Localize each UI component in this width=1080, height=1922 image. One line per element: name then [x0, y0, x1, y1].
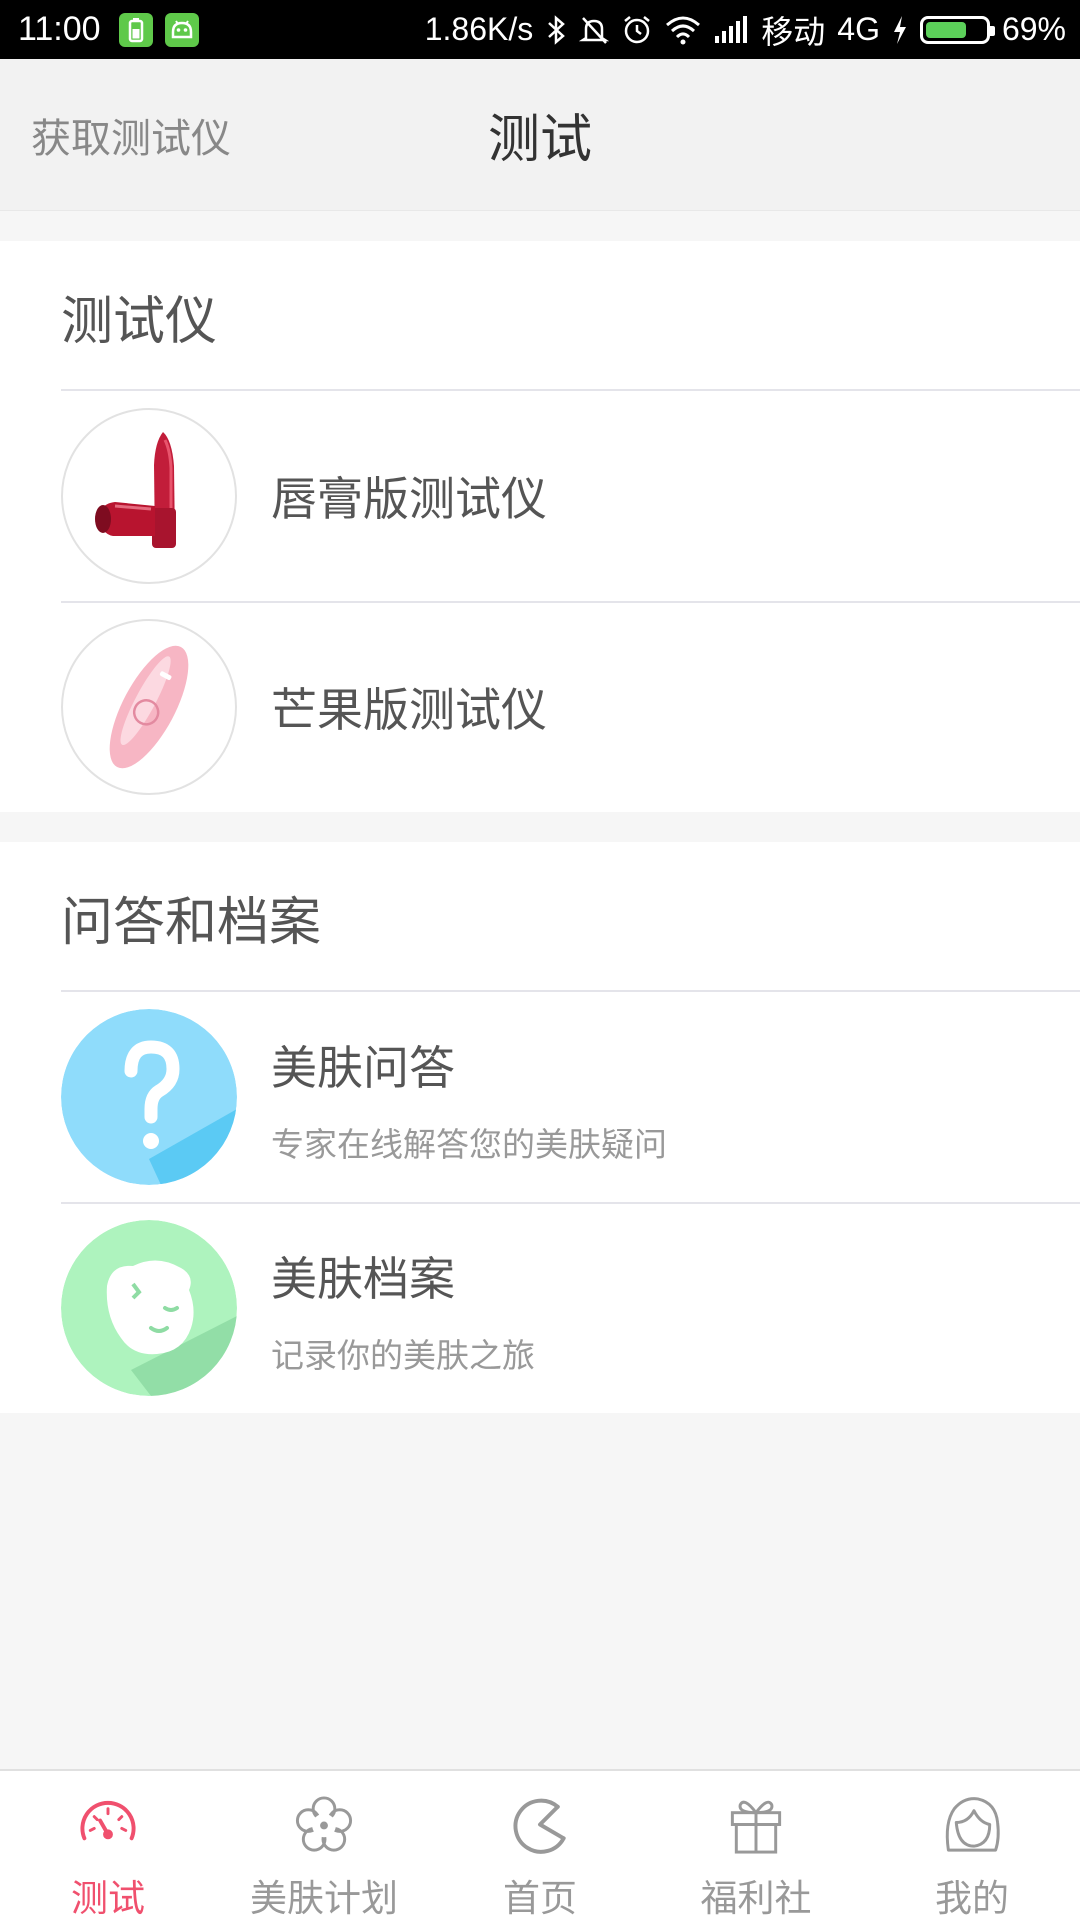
speedometer-icon	[80, 1800, 136, 1841]
bluetooth-icon	[548, 14, 566, 45]
status-bar: 11:00 1.86K/s 移动 4G 69%	[0, 0, 1080, 59]
mute-bell-icon	[579, 16, 610, 44]
battery-icon	[919, 15, 995, 44]
get-device-link[interactable]: 获取测试仪	[31, 59, 231, 210]
tab-label: 美肤计划	[250, 1877, 398, 1920]
mango-device-image	[61, 619, 237, 795]
lipstick-device-image	[61, 408, 237, 584]
item-label: 芒果版测试仪	[271, 683, 547, 737]
list-item-skin-archive[interactable]: 美肤档案 记录你的美肤之旅	[0, 1203, 1080, 1413]
wifi-icon	[666, 16, 701, 44]
tab-test[interactable]: 测试	[0, 1771, 216, 1922]
list-item-mango-device[interactable]: 芒果版测试仪	[0, 602, 1080, 812]
section-title-qa: 问答和档案	[61, 892, 322, 953]
tab-label: 我的	[935, 1877, 1009, 1920]
battery-percent: 69%	[1001, 11, 1066, 47]
section-title-devices: 测试仪	[61, 291, 218, 352]
tab-skin-plan[interactable]: 美肤计划	[216, 1771, 432, 1922]
network-speed: 1.86K/s	[424, 11, 534, 47]
list-item-lipstick-device[interactable]: 唇膏版测试仪	[0, 391, 1080, 601]
tab-label: 首页	[503, 1877, 577, 1920]
qa-section: 问答和档案 美肤问答 专家在线解答您的美肤疑问 美肤档案 记录你的美肤之旅	[0, 842, 1080, 1413]
item-label: 美肤档案	[271, 1252, 455, 1306]
carrier-name: 移动	[761, 13, 826, 50]
tab-label: 测试	[71, 1877, 145, 1920]
item-label: 美肤问答	[271, 1041, 455, 1095]
battery-saver-icon	[118, 12, 153, 47]
alarm-icon	[624, 15, 651, 43]
item-label: 唇膏版测试仪	[271, 472, 547, 526]
signal-icon	[715, 15, 748, 43]
face-icon	[61, 1220, 237, 1396]
item-subtitle: 记录你的美肤之旅	[271, 1336, 535, 1375]
tab-label: 福利社	[700, 1877, 812, 1920]
network-type: 4G	[837, 11, 880, 47]
question-icon	[61, 1009, 237, 1185]
tab-home[interactable]: 首页	[432, 1771, 648, 1922]
profile-girl-icon	[945, 1797, 1000, 1852]
android-notification-icon	[164, 12, 199, 47]
status-time: 11:00	[18, 10, 101, 48]
nav-header: 测试 获取测试仪	[0, 59, 1080, 211]
gift-icon	[730, 1800, 782, 1854]
battery-fill	[925, 21, 966, 38]
tab-welfare[interactable]: 福利社	[648, 1771, 864, 1922]
list-item-skin-qa[interactable]: 美肤问答 专家在线解答您的美肤疑问	[0, 992, 1080, 1202]
home-pacman-icon	[513, 1798, 566, 1854]
tab-mine[interactable]: 我的	[864, 1771, 1080, 1922]
charging-icon	[893, 15, 906, 44]
bottom-tab-bar: 测试 美肤计划 首页 福利社 我的	[0, 1769, 1080, 1922]
devices-section: 测试仪 唇膏版测试仪 芒果版测试仪	[0, 241, 1080, 812]
item-subtitle: 专家在线解答您的美肤疑问	[271, 1125, 667, 1164]
flower-icon	[295, 1796, 353, 1852]
